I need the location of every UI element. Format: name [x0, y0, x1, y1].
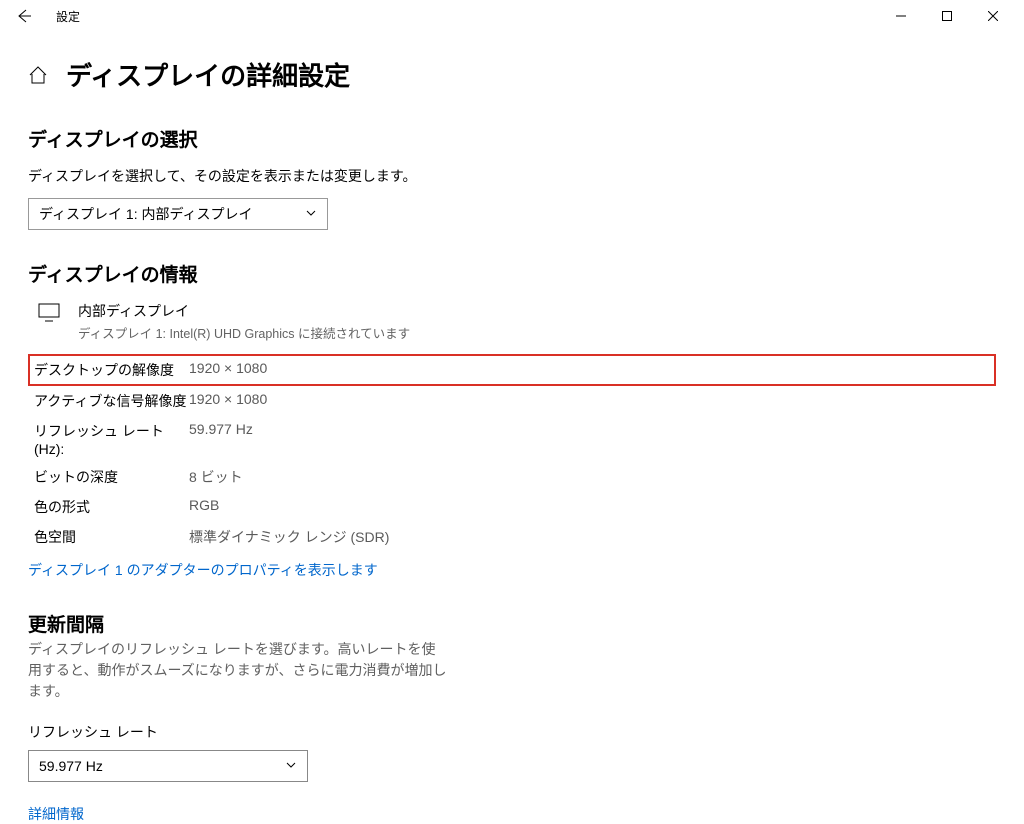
refresh-rate-value: 59.977 Hz — [189, 421, 253, 457]
minimize-button[interactable] — [878, 0, 924, 32]
detail-info-link[interactable]: 詳細情報 — [28, 804, 84, 824]
active-resolution-row: アクティブな信号解像度 1920 × 1080 — [28, 386, 996, 416]
desktop-resolution-label: デスクトップの解像度 — [34, 360, 189, 380]
active-resolution-label: アクティブな信号解像度 — [34, 391, 189, 411]
color-space-label: 色空間 — [34, 527, 189, 547]
desktop-resolution-value: 1920 × 1080 — [189, 360, 267, 380]
bit-depth-value: 8 ビット — [189, 467, 243, 487]
refresh-rate-dropdown[interactable]: 59.977 Hz — [28, 750, 308, 782]
color-format-row: 色の形式 RGB — [28, 492, 996, 522]
close-icon — [988, 11, 998, 21]
page-title: ディスプレイの詳細設定 — [66, 56, 350, 93]
refresh-desc: ディスプレイのリフレッシュ レートを選びます。高いレートを使用すると、動作がスム… — [28, 639, 448, 702]
display-info-section: ディスプレイの情報 内部ディスプレイ ディスプレイ 1: Intel(R) UH… — [28, 260, 996, 580]
display-adapter-info: ディスプレイ 1: Intel(R) UHD Graphics に接続されていま… — [78, 323, 410, 342]
bit-depth-label: ビットの深度 — [34, 467, 189, 487]
refresh-rate-field-label: リフレッシュ レート — [28, 722, 996, 742]
display-name: 内部ディスプレイ — [78, 301, 410, 321]
refresh-section: 更新間隔 ディスプレイのリフレッシュ レートを選びます。高いレートを使用すると、… — [28, 610, 996, 824]
close-button[interactable] — [970, 0, 1016, 32]
bit-depth-row: ビットの深度 8 ビット — [28, 462, 996, 492]
display-info-heading: ディスプレイの情報 — [28, 260, 996, 287]
minimize-icon — [896, 11, 906, 21]
select-display-section: ディスプレイの選択 ディスプレイを選択して、その設定を表示または変更します。 デ… — [28, 125, 996, 230]
select-display-desc: ディスプレイを選択して、その設定を表示または変更します。 — [28, 166, 996, 186]
desktop-resolution-row: デスクトップの解像度 1920 × 1080 — [28, 354, 996, 386]
color-format-value: RGB — [189, 497, 219, 517]
arrow-left-icon — [16, 8, 32, 24]
home-icon[interactable] — [28, 65, 48, 85]
color-space-value: 標準ダイナミック レンジ (SDR) — [189, 527, 389, 547]
back-button[interactable] — [8, 0, 40, 32]
adapter-properties-link[interactable]: ディスプレイ 1 のアダプターのプロパティを表示します — [28, 560, 378, 580]
refresh-heading: 更新間隔 — [28, 610, 996, 637]
refresh-rate-dropdown-value: 59.977 Hz — [39, 758, 103, 774]
chevron-down-icon — [285, 758, 297, 774]
titlebar: 設定 — [0, 0, 1024, 32]
display-select-dropdown[interactable]: ディスプレイ 1: 内部ディスプレイ — [28, 198, 328, 230]
monitor-icon — [38, 303, 60, 326]
window-title: 設定 — [56, 8, 80, 25]
color-space-row: 色空間 標準ダイナミック レンジ (SDR) — [28, 522, 996, 552]
maximize-icon — [942, 11, 952, 21]
refresh-rate-row: リフレッシュ レート (Hz): 59.977 Hz — [28, 416, 996, 462]
maximize-button[interactable] — [924, 0, 970, 32]
refresh-rate-label: リフレッシュ レート (Hz): — [34, 421, 189, 457]
chevron-down-icon — [305, 206, 317, 222]
active-resolution-value: 1920 × 1080 — [189, 391, 267, 411]
page-header: ディスプレイの詳細設定 — [28, 56, 996, 93]
select-display-heading: ディスプレイの選択 — [28, 125, 996, 152]
color-format-label: 色の形式 — [34, 497, 189, 517]
display-info-table: デスクトップの解像度 1920 × 1080 アクティブな信号解像度 1920 … — [28, 354, 996, 552]
display-select-value: ディスプレイ 1: 内部ディスプレイ — [39, 204, 253, 224]
